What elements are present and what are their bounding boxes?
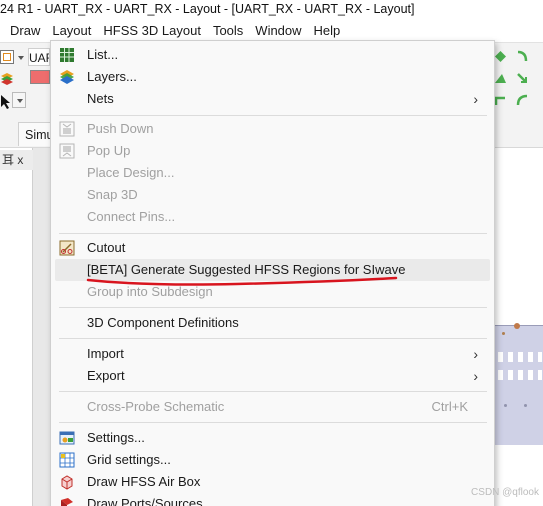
draw-polygon-icon[interactable] [494, 72, 507, 85]
menu-item-grid-settings[interactable]: Grid settings... [51, 449, 494, 471]
menu-item-settings[interactable]: Settings... [51, 427, 494, 449]
layers-stack-icon [59, 69, 75, 85]
toolbar-right-group [492, 46, 543, 114]
chevron-right-icon: › [473, 368, 478, 384]
cutout-icon [59, 240, 75, 256]
via-dot [514, 323, 520, 329]
watermark: CSDN @qflook [471, 487, 539, 498]
chevron-down-icon[interactable] [18, 56, 24, 60]
chevron-right-icon: › [473, 91, 478, 107]
menu-layout[interactable]: Layout [46, 20, 98, 42]
via-dot [524, 404, 527, 407]
menu-separator [59, 307, 487, 308]
menu-separator [59, 338, 487, 339]
pcb-board-preview [494, 323, 543, 445]
menu-item-export[interactable]: Export › [51, 365, 494, 387]
draw-shape-icon[interactable] [494, 50, 507, 63]
menu-window[interactable]: Window [249, 20, 307, 42]
layers-stack-icon[interactable] [0, 72, 14, 86]
menu-separator [59, 115, 487, 116]
menu-item-import[interactable]: Import › [51, 343, 494, 365]
push-down-icon [59, 121, 75, 137]
chevron-right-icon: › [473, 346, 478, 362]
select-mode-icon[interactable] [0, 50, 14, 64]
panel-splitter[interactable] [33, 148, 50, 506]
grid-settings-icon [59, 452, 75, 468]
color-swatch[interactable] [30, 70, 50, 84]
connector-teeth [498, 352, 542, 362]
red-underline-annotation [86, 276, 398, 286]
menu-item-push-down[interactable]: Push Down [51, 118, 494, 140]
menu-item-draw-hfss-air-box[interactable]: Draw HFSS Air Box [51, 471, 494, 493]
menu-separator [59, 391, 487, 392]
window-title: 24 R1 - UART_RX - UART_RX - Layout - [UA… [0, 0, 543, 20]
menu-help[interactable]: Help [308, 20, 347, 42]
design-name-field[interactable]: UAF [28, 48, 50, 66]
menu-item-draw-ports-sources[interactable]: Draw Ports/Sources [51, 493, 494, 506]
menu-item-layers[interactable]: Layers... [51, 66, 494, 88]
menu-bar: Draw Layout HFSS 3D Layout Tools Window … [0, 20, 543, 42]
draw-trace-icon[interactable] [494, 94, 507, 107]
table-grid-icon [59, 47, 75, 63]
draw-arc-icon[interactable] [516, 50, 529, 63]
draw-bend-icon[interactable] [516, 94, 529, 107]
menu-item-3d-component-definitions[interactable]: 3D Component Definitions [51, 312, 494, 334]
shortcut-ctrl-k: Ctrl+K [431, 399, 468, 414]
pop-up-icon [59, 143, 75, 159]
menu-item-pop-up[interactable]: Pop Up [51, 140, 494, 162]
menu-item-connect-pins[interactable]: Connect Pins... [51, 206, 494, 228]
menu-hfss-3d-layout[interactable]: HFSS 3D Layout [97, 20, 207, 42]
air-box-icon [59, 474, 75, 490]
menu-item-snap-3d[interactable]: Snap 3D [51, 184, 494, 206]
menu-separator [59, 233, 487, 234]
via-dot [504, 404, 507, 407]
menu-draw[interactable]: Draw [0, 20, 46, 42]
connector-teeth [498, 370, 542, 380]
ports-sources-icon [59, 496, 75, 506]
project-panel [0, 148, 33, 506]
draw-path-icon[interactable] [516, 72, 529, 85]
menu-item-place-design[interactable]: Place Design... [51, 162, 494, 184]
menu-item-list[interactable]: List... [51, 44, 494, 66]
menu-item-cutout[interactable]: Cutout [51, 237, 494, 259]
menu-tools[interactable]: Tools [207, 20, 249, 42]
menu-separator [59, 422, 487, 423]
settings-icon [59, 430, 75, 446]
panel-header[interactable]: 耳 x [0, 150, 33, 170]
chevron-down-icon [17, 99, 23, 103]
via-dot [502, 332, 505, 335]
menu-item-nets[interactable]: Nets › [51, 88, 494, 110]
menu-item-cross-probe-schematic[interactable]: Cross-Probe Schematic Ctrl+K [51, 396, 494, 418]
